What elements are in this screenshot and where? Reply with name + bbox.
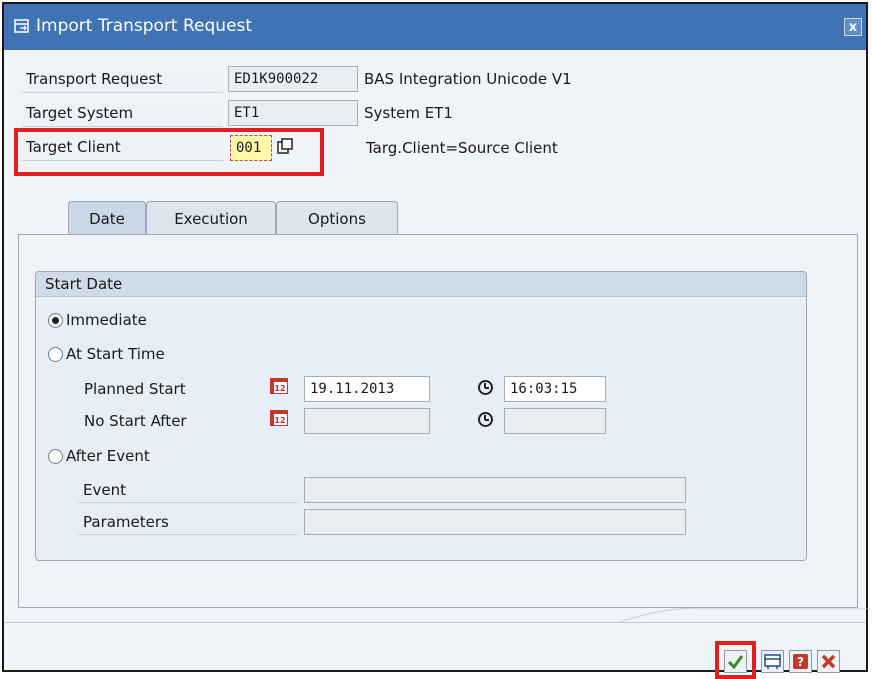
tab-panel-date: Start Date Immediate At Start Time Plann… <box>18 234 858 608</box>
tab-date[interactable]: Date <box>68 201 146 235</box>
dialog-icon <box>14 19 29 33</box>
svg-text:12: 12 <box>274 416 285 425</box>
target-system-field: ET1 <box>228 100 358 126</box>
planned-start-date-input[interactable]: 19.11.2013 <box>304 376 430 402</box>
clock-icon[interactable] <box>478 380 493 395</box>
target-system-description: System ET1 <box>364 104 453 122</box>
footer-curve <box>620 608 870 623</box>
radio-immediate-label: Immediate <box>66 311 147 329</box>
transport-request-field: ED1K900022 <box>228 66 358 92</box>
help-button[interactable]: ? <box>789 650 812 673</box>
title-bar: Import Transport Request x <box>4 4 866 50</box>
close-icon[interactable]: x <box>844 18 862 36</box>
help-icon: ? <box>793 654 808 669</box>
cancel-icon <box>821 654 836 669</box>
no-start-after-time-input[interactable] <box>504 408 606 434</box>
radio-at-start-time-label: At Start Time <box>66 345 165 363</box>
parameters-input[interactable] <box>304 509 686 535</box>
transport-request-description: BAS Integration Unicode V1 <box>364 70 572 88</box>
event-input[interactable] <box>304 477 686 503</box>
start-date-group: Start Date Immediate At Start Time Plann… <box>35 271 807 561</box>
no-start-after-label: No Start After <box>84 412 187 430</box>
planned-start-time-input[interactable]: 16:03:15 <box>504 376 606 402</box>
parameters-label: Parameters <box>78 509 298 535</box>
transport-request-label: Transport Request <box>21 66 223 93</box>
target-client-highlight <box>14 128 324 176</box>
svg-text:12: 12 <box>274 384 285 393</box>
cancel-button[interactable] <box>817 650 840 673</box>
import-transport-dialog: Import Transport Request x Transport Req… <box>2 2 870 679</box>
radio-after-event[interactable] <box>48 449 63 464</box>
radio-immediate[interactable] <box>48 313 63 328</box>
calendar-icon[interactable]: 12 <box>270 410 288 426</box>
radio-at-start-time[interactable] <box>48 347 63 362</box>
calendar-icon[interactable]: 12 <box>270 378 288 394</box>
no-start-after-date-input[interactable] <box>304 408 430 434</box>
tab-execution[interactable]: Execution <box>146 201 276 235</box>
dialog-title: Import Transport Request <box>36 16 253 36</box>
start-date-group-title: Start Date <box>36 272 806 297</box>
target-client-description: Targ.Client=Source Client <box>366 139 558 157</box>
clock-icon[interactable] <box>478 412 493 427</box>
svg-text:?: ? <box>797 655 804 669</box>
transport-options-button[interactable] <box>761 650 784 673</box>
tab-options[interactable]: Options <box>276 201 398 235</box>
radio-after-event-label: After Event <box>66 447 150 465</box>
continue-button-highlight <box>715 641 756 679</box>
event-label: Event <box>78 477 298 503</box>
transport-icon <box>764 654 781 669</box>
target-system-label: Target System <box>21 100 223 127</box>
planned-start-label: Planned Start <box>84 380 186 398</box>
